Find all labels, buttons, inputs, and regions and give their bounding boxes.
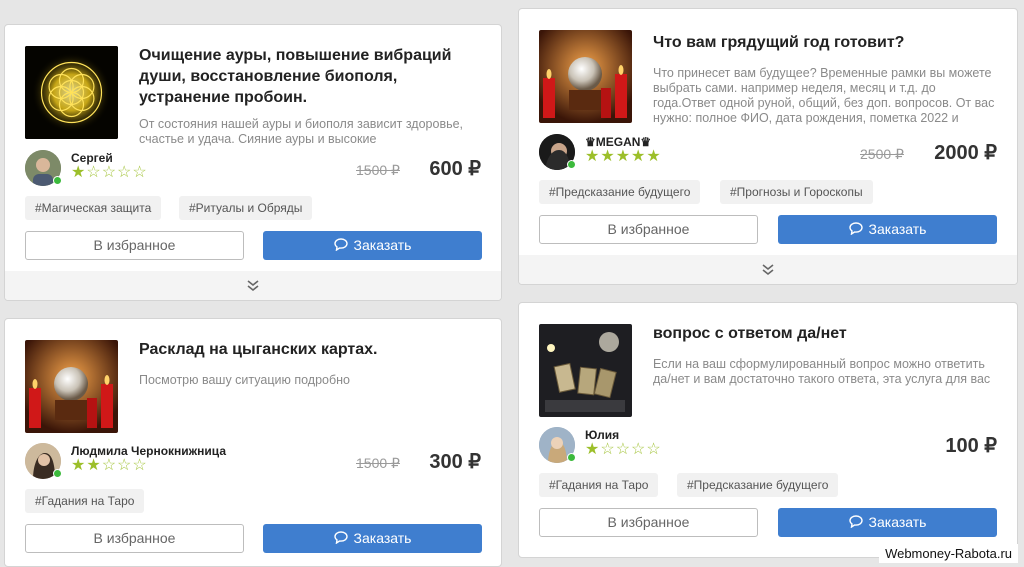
service-description: От состояния нашей ауры и биополя зависи… xyxy=(139,117,464,146)
order-button-label: Заказать xyxy=(868,514,927,530)
old-price: 1500 ₽ xyxy=(356,455,400,471)
price: 100 ₽ xyxy=(945,435,997,457)
star-icon: ☆ xyxy=(615,441,632,458)
service-card: Что вам грядущий год готовит? Что принес… xyxy=(518,8,1018,285)
order-button[interactable]: Заказать xyxy=(778,508,997,537)
star-icon: ★ xyxy=(585,148,601,165)
order-button-label: Заказать xyxy=(353,530,412,546)
rating-stars: ★☆☆☆☆ xyxy=(585,442,662,458)
service-title[interactable]: Очищение ауры, повышение вибраций души, … xyxy=(139,45,483,108)
service-thumbnail[interactable] xyxy=(539,30,632,123)
order-button-label: Заказать xyxy=(868,221,927,237)
star-icon: ★ xyxy=(86,457,102,474)
expand-toggle[interactable] xyxy=(5,271,501,300)
online-indicator xyxy=(567,453,576,462)
old-price: 1500 ₽ xyxy=(356,162,400,178)
price: 2000 ₽ xyxy=(934,142,997,164)
service-description: Что принесет вам будущее? Временные рамк… xyxy=(653,66,995,128)
online-indicator xyxy=(53,469,62,478)
star-icon: ☆ xyxy=(600,441,616,458)
online-indicator xyxy=(567,160,576,169)
star-icon: ★ xyxy=(585,441,601,458)
rating-stars: ★★★★★ xyxy=(585,149,662,165)
chat-bubble-icon xyxy=(333,232,348,261)
service-title[interactable]: Что вам грядущий год готовит? xyxy=(653,32,999,53)
chat-bubble-icon xyxy=(333,525,348,554)
star-icon: ☆ xyxy=(101,457,118,474)
seller-name[interactable]: Людмила Чернокнижница xyxy=(71,444,226,458)
seller-name[interactable]: Сергей xyxy=(71,151,113,165)
double-chevron-down-icon xyxy=(761,264,775,281)
tag[interactable]: #Ритуалы и Обряды xyxy=(179,196,313,220)
order-button-label: Заказать xyxy=(353,237,412,253)
star-icon: ☆ xyxy=(646,441,662,458)
service-card: Расклад на цыганских картах. Посмотрю ва… xyxy=(4,318,502,567)
star-icon: ☆ xyxy=(101,164,118,181)
expand-toggle[interactable] xyxy=(519,255,1017,284)
star-icon: ★ xyxy=(71,457,87,474)
star-icon: ★ xyxy=(646,148,662,165)
star-icon: ★ xyxy=(600,148,616,165)
star-icon: ☆ xyxy=(132,457,148,474)
service-thumbnail[interactable] xyxy=(25,340,118,433)
online-indicator xyxy=(53,176,62,185)
rating-stars: ★☆☆☆☆ xyxy=(71,165,148,181)
star-icon: ☆ xyxy=(132,164,148,181)
add-to-favorites-button[interactable]: В избранное xyxy=(25,231,244,260)
double-chevron-down-icon xyxy=(246,280,260,297)
tag[interactable]: #Предсказание будущего xyxy=(539,180,701,204)
star-icon: ☆ xyxy=(117,457,133,474)
add-to-favorites-button[interactable]: В избранное xyxy=(25,524,244,553)
star-icon: ☆ xyxy=(86,164,102,181)
service-card: Очищение ауры, повышение вибраций души, … xyxy=(4,24,502,301)
service-description: Посмотрю вашу ситуацию подробно xyxy=(139,373,350,387)
order-button[interactable]: Заказать xyxy=(263,524,482,553)
seller-name[interactable]: ♛MEGAN♛ xyxy=(585,135,651,149)
tag[interactable]: #Предсказание будущего xyxy=(677,473,839,497)
star-icon: ☆ xyxy=(631,441,647,458)
order-button[interactable]: Заказать xyxy=(263,231,482,260)
star-icon: ★ xyxy=(71,164,87,181)
chat-bubble-icon xyxy=(848,216,863,245)
service-card: вопрос с ответом да/нет Если на ваш сфор… xyxy=(518,302,1018,558)
star-icon: ★ xyxy=(615,148,632,165)
service-title[interactable]: Расклад на цыганских картах. xyxy=(139,339,483,360)
price: 600 ₽ xyxy=(429,158,481,180)
star-icon: ☆ xyxy=(117,164,133,181)
order-button[interactable]: Заказать xyxy=(778,215,997,244)
service-description: Если на ваш сформулированный вопрос можн… xyxy=(653,357,991,386)
add-to-favorites-button[interactable]: В избранное xyxy=(539,215,758,244)
service-thumbnail[interactable] xyxy=(539,324,632,417)
watermark: Webmoney-Rabota.ru xyxy=(879,544,1018,563)
tag[interactable]: #Гадания на Таро xyxy=(25,489,145,513)
star-icon: ★ xyxy=(631,148,647,165)
chat-bubble-icon xyxy=(848,509,863,538)
old-price: 2500 ₽ xyxy=(860,146,904,162)
tag[interactable]: #Гадания на Таро xyxy=(539,473,659,497)
service-title[interactable]: вопрос с ответом да/нет xyxy=(653,323,999,344)
tag[interactable]: #Прогнозы и Гороскопы xyxy=(720,180,873,204)
seller-name[interactable]: Юлия xyxy=(585,428,619,442)
service-thumbnail[interactable] xyxy=(25,46,118,139)
price: 300 ₽ xyxy=(429,451,481,473)
rating-stars: ★★☆☆☆ xyxy=(71,458,148,474)
tag[interactable]: #Магическая защита xyxy=(25,196,162,220)
add-to-favorites-button[interactable]: В избранное xyxy=(539,508,758,537)
